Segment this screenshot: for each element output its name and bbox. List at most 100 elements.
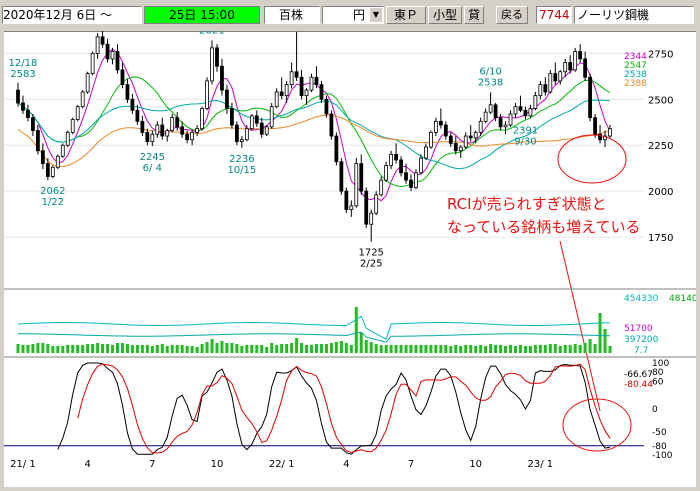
volume-bar bbox=[573, 344, 577, 353]
candle-body bbox=[105, 43, 110, 60]
volume-label: 51700 bbox=[624, 324, 653, 334]
peak-price-label: 2538 bbox=[478, 77, 503, 88]
candle-body bbox=[21, 102, 25, 111]
currency-select[interactable]: 円 ▼ bbox=[322, 6, 384, 24]
candle-body bbox=[433, 120, 438, 133]
candle-body bbox=[498, 117, 503, 128]
size-button[interactable]: 小型 bbox=[428, 6, 462, 24]
date-from-field[interactable]: 2020年12月 6日 ～ bbox=[2, 6, 142, 24]
volume-bar bbox=[111, 345, 115, 353]
candle-body bbox=[419, 157, 423, 174]
volume-bar bbox=[439, 345, 443, 353]
volume-bar bbox=[155, 345, 159, 353]
x-tick-label: 10 bbox=[211, 459, 224, 470]
back-button[interactable]: 戻る bbox=[496, 6, 528, 24]
candle-body bbox=[125, 84, 130, 100]
volume-bar bbox=[359, 333, 363, 353]
candle-body bbox=[344, 190, 349, 210]
volume-bar bbox=[280, 344, 284, 353]
volume-bar bbox=[215, 343, 219, 353]
candle-body bbox=[220, 65, 224, 91]
volume-bar bbox=[454, 345, 458, 353]
volume-bar bbox=[310, 345, 314, 353]
price-tick-label: 2250 bbox=[648, 141, 673, 152]
candle-body bbox=[364, 190, 369, 225]
candle-body bbox=[26, 109, 30, 119]
volume-bar bbox=[295, 338, 299, 353]
candle-body bbox=[299, 76, 304, 97]
volume-bar bbox=[469, 345, 473, 353]
candle-body bbox=[384, 165, 389, 181]
volume-bar bbox=[553, 344, 557, 353]
candle-body bbox=[438, 120, 443, 126]
peak-price-label: 2821 bbox=[199, 31, 224, 36]
volume-label: 454330 bbox=[624, 294, 659, 304]
volume-bar bbox=[270, 343, 274, 353]
price-tick-label: 2500 bbox=[648, 95, 673, 106]
volume-bar bbox=[91, 344, 95, 353]
peak-date-label: 12/18 bbox=[9, 58, 38, 69]
volume-bar bbox=[369, 342, 373, 353]
market-button[interactable]: 東Ｐ bbox=[386, 6, 426, 24]
candle-body bbox=[190, 131, 195, 141]
stock-code-field[interactable]: 7744 bbox=[536, 6, 572, 24]
margin-button[interactable]: 貸 bbox=[464, 6, 484, 24]
volume-bar bbox=[255, 345, 259, 353]
candle-body bbox=[349, 205, 354, 210]
candle-body bbox=[230, 108, 234, 126]
callout-line-1: RCIが売られすぎ状態と bbox=[447, 195, 607, 213]
chevron-down-icon[interactable]: ▼ bbox=[370, 8, 382, 22]
volume-bar bbox=[499, 345, 503, 353]
candle-body bbox=[45, 163, 50, 177]
volume-bar bbox=[444, 345, 448, 353]
x-tick-label: 10 bbox=[469, 459, 482, 470]
trough-date-label: 10/15 bbox=[227, 165, 256, 176]
candle-body bbox=[503, 124, 508, 128]
volume-bar bbox=[165, 346, 169, 353]
volume-bar bbox=[414, 345, 418, 353]
candle-body bbox=[543, 84, 548, 93]
rci-latest-values: -66.67-80.44 bbox=[624, 370, 653, 390]
candle-body bbox=[548, 73, 553, 93]
volume-bar bbox=[200, 344, 204, 353]
candle-body bbox=[443, 124, 448, 137]
candle-body bbox=[165, 130, 170, 137]
volume-bar bbox=[384, 345, 388, 353]
volume-bar bbox=[125, 344, 129, 353]
volume-bar bbox=[235, 344, 239, 353]
callout-line-2: なっている銘柄も増えている bbox=[447, 218, 641, 236]
candle-body bbox=[160, 124, 165, 137]
volume-bar bbox=[230, 343, 234, 353]
volume-bar bbox=[245, 345, 249, 353]
candle-body bbox=[404, 172, 408, 181]
candle-body bbox=[279, 91, 284, 97]
volume-bar bbox=[479, 345, 483, 353]
volume-bar bbox=[434, 345, 438, 353]
x-tick-label: 7 bbox=[408, 459, 414, 470]
trough-price-label: 2236 bbox=[229, 154, 254, 165]
candle-body bbox=[234, 124, 239, 142]
price-tick-label: 2750 bbox=[648, 49, 673, 60]
volume-bar bbox=[140, 345, 144, 353]
candle-body bbox=[314, 76, 319, 85]
candle-body bbox=[523, 109, 528, 117]
toolbar: 2020年12月 6日 ～ 25日 15:00 百株 円 ▼ 東Ｐ 小型 貸 戻… bbox=[0, 0, 700, 30]
candle-body bbox=[553, 73, 558, 82]
volume-bar bbox=[474, 346, 478, 353]
volume-bar bbox=[608, 346, 612, 353]
volume-bar bbox=[568, 345, 572, 353]
lot-unit-field[interactable]: 百株 bbox=[264, 6, 320, 24]
candle-body bbox=[180, 126, 185, 135]
volume-bar bbox=[583, 343, 587, 353]
candle-body bbox=[359, 163, 364, 192]
volume-bar bbox=[509, 345, 512, 353]
volume-bar bbox=[404, 345, 408, 353]
candle-body bbox=[274, 91, 279, 108]
volume-label: 48140 bbox=[669, 294, 696, 304]
trough-price-label: 2062 bbox=[40, 186, 65, 197]
candle-body bbox=[170, 117, 175, 131]
volume-bar bbox=[399, 345, 403, 353]
volume-bar bbox=[598, 313, 602, 353]
volume-bar bbox=[593, 344, 597, 353]
candle-body bbox=[239, 139, 244, 142]
